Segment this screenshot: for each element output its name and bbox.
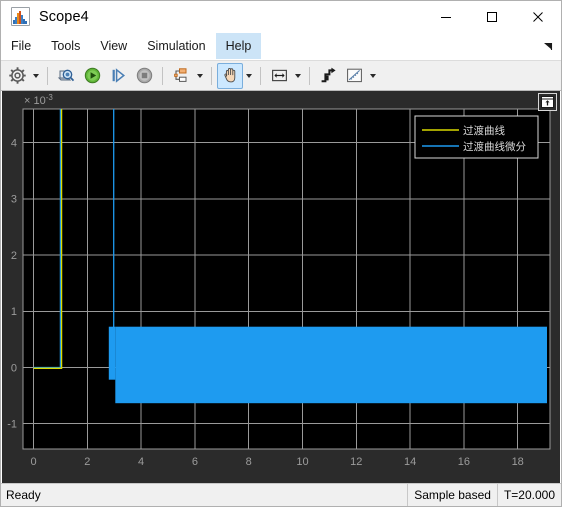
fit-to-view-icon (271, 69, 287, 82)
toolbar-button-pan[interactable] (217, 62, 243, 89)
x-tick-label: 4 (138, 456, 144, 468)
status-message: Ready (6, 488, 41, 502)
toolbar-button-signal-selection[interactable] (168, 63, 194, 89)
play-icon (84, 67, 100, 84)
maximize-button[interactable] (469, 1, 515, 32)
print-preview-icon (57, 69, 74, 82)
status-right-group: Sample based T=20.000 (407, 484, 561, 506)
toolbar-separator-1 (47, 66, 48, 85)
x-tick-label: 6 (192, 456, 198, 468)
toolbar-caret-signal-selection[interactable] (194, 64, 206, 88)
undock-icon (541, 96, 554, 108)
toolbar-separator-3 (211, 66, 212, 85)
title-bar: Scope4 (1, 1, 561, 33)
menu-item-view-label: View (100, 39, 128, 53)
toolbar (1, 60, 561, 91)
y-tick-label: -1 (7, 419, 17, 431)
toolbar-caret-zoom-fit[interactable] (292, 64, 304, 88)
menu-bar: File Tools View Simulation Help (1, 33, 561, 60)
x-tick-label: 14 (404, 456, 416, 468)
scope-window: Scope4 File Tools View Simulation Help ×… (0, 0, 562, 507)
gear-icon (8, 67, 26, 84)
x-tick-label: 12 (350, 456, 362, 468)
undock-button[interactable] (538, 93, 557, 111)
toolbar-caret-pan[interactable] (243, 64, 255, 88)
toolbar-separator-5 (309, 66, 310, 85)
legend-label-transition-curve: 过渡曲线 (463, 124, 505, 137)
ruler-icon (346, 68, 362, 83)
y-tick-label: 4 (11, 138, 17, 150)
y-tick-label: 2 (11, 250, 17, 262)
x-tick-label: 2 (84, 456, 90, 468)
minimize-button[interactable] (423, 1, 469, 32)
menu-item-file-label: File (11, 39, 32, 53)
scope-plot-area[interactable]: × 10-3 4 3 2 1 0 -1 0 2 4 6 8 10 12 14 1… (1, 91, 561, 483)
status-simulation-time[interactable]: T=20.000 (496, 484, 561, 506)
menu-item-tools-label: Tools (51, 39, 81, 53)
toolbar-button-stop[interactable] (131, 63, 157, 89)
minimize-icon (441, 16, 451, 18)
toolbar-separator-4 (260, 66, 261, 85)
signal-blocks-icon (173, 68, 186, 82)
toolbar-button-measurements[interactable] (341, 63, 367, 89)
scope-chart[interactable]: × 10-3 4 3 2 1 0 -1 0 2 4 6 8 10 12 14 1… (2, 91, 561, 483)
y-tick-label: 0 (11, 362, 17, 374)
hand-pan-icon (223, 67, 235, 83)
chart-legend[interactable]: 过渡曲线 过渡曲线微分 (414, 115, 539, 159)
legend-label-transition-curve-derivative: 过渡曲线微分 (463, 140, 526, 153)
toolbar-button-cursor-measurements[interactable] (315, 63, 341, 89)
status-sample-mode[interactable]: Sample based (407, 484, 497, 506)
status-bar: Ready Sample based T=20.000 (1, 483, 561, 506)
menu-overflow-arrow-icon (544, 42, 553, 50)
menu-item-view[interactable]: View (90, 33, 137, 59)
scope-app-icon (11, 7, 30, 26)
close-icon (533, 11, 543, 22)
toolbar-button-run[interactable] (79, 63, 105, 89)
x-tick-label: 8 (246, 456, 252, 468)
stop-icon (136, 67, 152, 84)
x-tick-label: 0 (30, 456, 36, 468)
menu-item-help-label: Help (225, 39, 252, 53)
toolbar-button-configuration-properties[interactable] (4, 63, 30, 89)
x-tick-label: 18 (512, 456, 524, 468)
close-button[interactable] (515, 1, 561, 32)
toolbar-separator-2 (162, 66, 163, 85)
menu-item-simulation-label: Simulation (147, 39, 206, 53)
toolbar-button-zoom-fit[interactable] (266, 63, 292, 89)
menu-item-help[interactable]: Help (215, 33, 262, 59)
menu-overflow-button[interactable] (542, 33, 555, 59)
menu-item-simulation[interactable]: Simulation (137, 33, 215, 59)
toolbar-caret-configuration-properties[interactable] (30, 64, 42, 88)
step-forward-icon (112, 68, 125, 83)
x-tick-label: 16 (458, 456, 470, 468)
toolbar-button-print[interactable] (53, 63, 79, 89)
toolbar-caret-measurements[interactable] (367, 64, 379, 88)
toolbar-button-step-forward[interactable] (105, 63, 131, 89)
y-tick-label: 1 (11, 306, 17, 318)
maximize-icon (487, 11, 497, 22)
y-tick-label: 3 (11, 194, 17, 206)
x-tick-label: 10 (296, 456, 308, 468)
cursor-step-icon (321, 67, 336, 83)
window-controls (423, 1, 561, 32)
menu-item-file[interactable]: File (1, 33, 41, 59)
window-title: Scope4 (39, 8, 89, 25)
menu-item-tools[interactable]: Tools (41, 33, 90, 59)
